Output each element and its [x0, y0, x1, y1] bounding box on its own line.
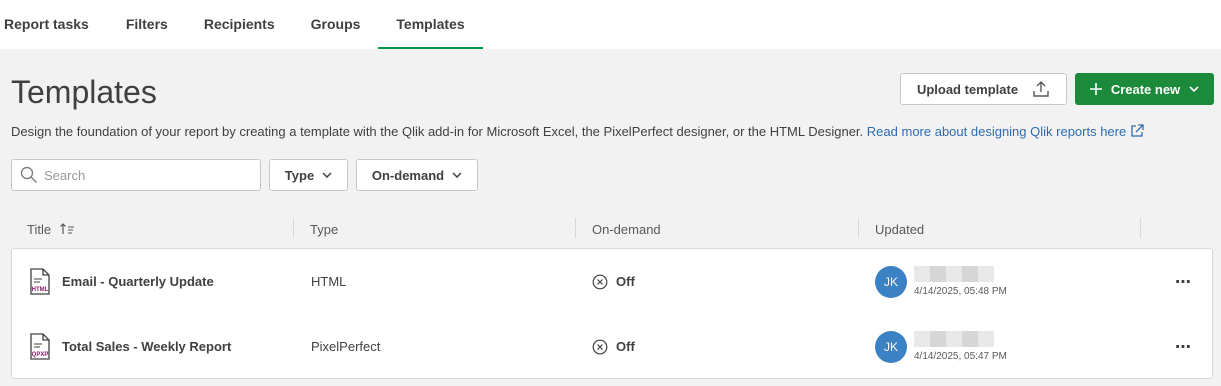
- chevron-down-icon: [1189, 86, 1199, 92]
- upload-template-label: Upload template: [916, 81, 1019, 97]
- search-input[interactable]: [44, 167, 244, 183]
- column-header-title[interactable]: Title: [27, 214, 75, 244]
- redacted-user-name: [914, 331, 994, 347]
- ondemand-cell: Off: [592, 314, 635, 379]
- upload-template-button[interactable]: Upload template: [900, 73, 1067, 105]
- title-cell: QPXP Total Sales - Weekly Report: [28, 314, 231, 379]
- type-filter-button[interactable]: Type: [269, 159, 348, 191]
- ondemand-cell: Off: [592, 249, 635, 314]
- tab-templates[interactable]: Templates: [378, 0, 483, 49]
- type-filter-label: Type: [284, 167, 315, 183]
- table-row[interactable]: QPXP Total Sales - Weekly Report PixelPe…: [12, 314, 1212, 379]
- template-title: Total Sales - Weekly Report: [62, 339, 232, 354]
- updated-cell: JK 4/14/2025, 05:47 PM: [875, 314, 1007, 379]
- column-header-type[interactable]: Type: [310, 214, 338, 244]
- column-divider[interactable]: [293, 218, 294, 238]
- column-divider[interactable]: [575, 218, 576, 238]
- type-cell: PixelPerfect: [311, 339, 381, 354]
- tab-report-tasks[interactable]: Report tasks: [0, 0, 108, 49]
- external-link-icon[interactable]: [1130, 124, 1144, 138]
- search-icon: [20, 166, 38, 184]
- page-description: Design the foundation of your report by …: [11, 124, 1144, 139]
- chevron-down-icon: [322, 172, 332, 178]
- column-title-label: Title: [27, 221, 52, 237]
- templates-table: HTML Email - Quarterly Update HTML Off J…: [11, 248, 1213, 379]
- page-title: Templates: [11, 74, 157, 110]
- column-updated-label: Updated: [875, 221, 925, 237]
- create-new-button[interactable]: Create new: [1075, 73, 1214, 105]
- ondemand-filter-label: On-demand: [371, 167, 445, 183]
- sort-ascending-icon[interactable]: [59, 222, 75, 236]
- tab-recipients[interactable]: Recipients: [186, 0, 293, 49]
- column-divider[interactable]: [858, 218, 859, 238]
- plus-icon: [1089, 83, 1102, 95]
- file-type-text: QPXP: [32, 352, 49, 358]
- create-new-label: Create new: [1110, 81, 1181, 97]
- tab-filters[interactable]: Filters: [108, 0, 186, 49]
- column-type-label: Type: [310, 221, 339, 237]
- qpxp-file-icon: QPXP: [30, 332, 50, 360]
- avatar: JK: [875, 330, 907, 363]
- ondemand-status: Off: [616, 339, 635, 354]
- avatar: JK: [875, 265, 907, 298]
- table-row[interactable]: HTML Email - Quarterly Update HTML Off J…: [12, 249, 1212, 314]
- more-actions-icon[interactable]: ⋯: [1175, 314, 1192, 379]
- search-box[interactable]: [11, 159, 261, 191]
- title-cell: HTML Email - Quarterly Update: [28, 249, 214, 314]
- html-file-icon: HTML: [30, 267, 50, 295]
- upload-icon: [1033, 81, 1049, 97]
- table-header: Title Type On-demand Updated: [11, 214, 1213, 244]
- ondemand-status: Off: [616, 274, 635, 289]
- chevron-down-icon: [452, 172, 462, 178]
- updated-cell: JK 4/14/2025, 05:48 PM: [875, 249, 1007, 314]
- type-cell: HTML: [311, 274, 347, 289]
- column-header-updated[interactable]: Updated: [875, 214, 924, 244]
- off-circle-x-icon: [592, 274, 608, 289]
- updated-timestamp: 4/14/2025, 05:48 PM: [914, 286, 1007, 297]
- template-title: Email - Quarterly Update: [62, 274, 214, 289]
- description-text: Design the foundation of your report by …: [11, 124, 864, 139]
- file-type-text: HTML: [32, 287, 49, 293]
- column-header-ondemand[interactable]: On-demand: [592, 214, 661, 244]
- tab-groups[interactable]: Groups: [293, 0, 379, 49]
- ondemand-filter-button[interactable]: On-demand: [356, 159, 478, 191]
- redacted-user-name: [914, 266, 994, 282]
- designing-reports-link[interactable]: Read more about designing Qlik reports h…: [867, 124, 1126, 139]
- updated-timestamp: 4/14/2025, 05:47 PM: [914, 351, 1007, 362]
- column-ondemand-label: On-demand: [592, 221, 661, 237]
- off-circle-x-icon: [592, 339, 608, 354]
- more-actions-icon[interactable]: ⋯: [1175, 249, 1192, 314]
- tab-bar: Report tasks Filters Recipients Groups T…: [0, 0, 1221, 49]
- column-divider[interactable]: [1140, 218, 1141, 238]
